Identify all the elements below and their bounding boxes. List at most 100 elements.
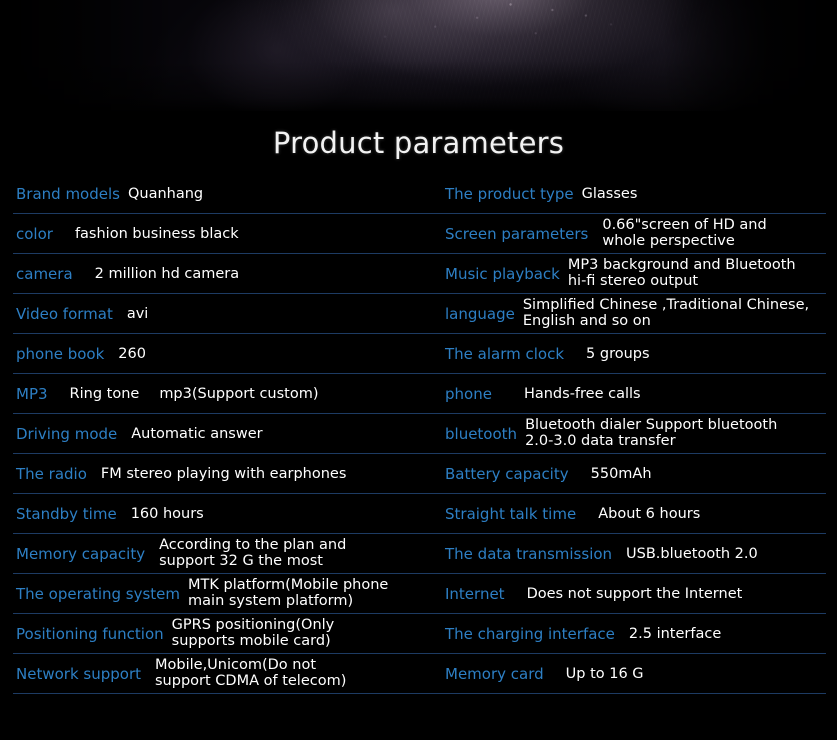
spec-label: The alarm clock [445,344,565,363]
spec-label: camera [16,264,73,283]
spec-value-line-2: support CDMA of telecom) [155,672,347,689]
spec-label: phone book [16,344,105,363]
table-row: color fashion business black Screen parame… [0,214,837,254]
spec-cell-right: The charging interface 2.5 interface [437,614,837,653]
spec-value-line-1: MP3 background and Bluetooth [567,257,796,273]
spec-cell-right: phone Hands-free calls [437,374,837,413]
spec-label: Positioning function [16,624,164,643]
spec-cell-right: The alarm clock 5 groups [437,334,837,373]
spec-value-line-1: MTK platform(Mobile phone [188,577,389,593]
table-row: camera 2 million hd camera Music playback M… [0,254,837,294]
table-row: The radio FM stereo playing with earphone… [0,454,837,494]
table-row: Brand models Quanhang The product type Glas… [0,174,837,214]
spec-label: Network support [16,664,141,683]
spec-label: The product type [445,184,574,203]
spec-value-line-1: Simplified Chinese ,Traditional Chinese, [522,297,810,313]
spec-label: Straight talk time [445,504,577,523]
spec-cell-left: Video format avi [0,294,437,333]
spec-value: 160 hours [130,505,204,522]
banner-left-fade [0,0,175,111]
spec-value-line-2: English and so on [522,312,651,329]
spec-value-line-2: main system platform) [188,592,354,609]
spec-cell-right: Battery capacity 550mAh [437,454,837,493]
spec-value-line-2: 2.0-3.0 data transfer [525,432,676,449]
table-row: Memory capacity According to the plan and… [0,534,837,574]
spec-value: Up to 16 G [565,665,644,682]
spec-label: language [445,304,515,323]
table-row: Standby time 160 hours Straight talk time A… [0,494,837,534]
page-title: Product parameters [272,126,565,160]
spec-cell-right: bluetooth Bluetooth dialer Support blueto… [437,414,837,453]
spec-label: Memory card [445,664,544,683]
spec-value: MP3 background and Bluetooth hi-fi stereo… [567,257,796,289]
hero-banner-image [0,0,837,111]
spec-label: Music playback [445,264,560,283]
spec-cell-left: color fashion business black [0,214,437,253]
spec-value: Bluetooth dialer Support bluetooth 2.0-3.… [525,417,777,449]
spec-cell-left: Standby time 160 hours [0,494,437,533]
specifications-table: Brand models Quanhang The product type Glas… [0,174,837,694]
spec-value-line-2: whole perspective [602,232,735,249]
spec-cell-left: phone book 260 [0,334,437,373]
spec-value: Ring tone [69,385,140,402]
spec-label: The operating system [16,584,181,603]
spec-value: 2 million hd camera [94,265,240,282]
spec-label: Brand models [16,184,120,203]
spec-value-line-2: supports mobile card) [171,632,331,649]
spec-cell-left: MP3 Ring tone mp3(Support custom) [0,374,437,413]
spec-value: About 6 hours [598,505,701,522]
spec-cell-right: Music playback MP3 background and Bluetoo… [437,254,837,293]
spec-value-line-1: According to the plan and [159,537,347,553]
spec-cell-left: Positioning function GPRS positioning(Onl… [0,614,437,653]
spec-cell-left: camera 2 million hd camera [0,254,437,293]
spec-label: phone [445,384,492,403]
spec-value-line-2: support 32 G the most [159,552,323,569]
spec-value: Mobile,Unicom(Do not support CDMA of tele… [155,657,347,689]
spec-cell-right: Screen parameters 0.66"screen of HD and wh… [437,214,837,253]
spec-label: Driving mode [16,424,118,443]
spec-label: MP3 [16,384,48,403]
spec-label: The radio [16,464,87,483]
spec-cell-right: Internet Does not support the Internet [437,574,837,613]
table-row: Video format avi language Simplified Chines… [0,294,837,334]
spec-value-line-2: hi-fi stereo output [567,272,699,289]
spec-value: 5 groups [586,345,650,362]
spec-cell-right: The product type Glasses [437,174,837,213]
table-row: phone book 260 The alarm clock 5 groups [0,334,837,374]
spec-value: fashion business black [74,225,239,242]
spec-value: FM stereo playing with earphones [100,465,347,482]
spec-label: The charging interface [445,624,615,643]
spec-label: Standby time [16,504,117,523]
spec-cell-left: The operating system MTK platform(Mobile … [0,574,437,613]
spec-value: Automatic answer [131,425,263,442]
spec-cell-left: The radio FM stereo playing with earphone… [0,454,437,493]
table-row: Positioning function GPRS positioning(Onl… [0,614,837,654]
table-row: Driving mode Automatic answer bluetooth Blu… [0,414,837,454]
spec-cell-right: Memory card Up to 16 G [437,654,837,693]
spec-label: Screen parameters [445,224,589,243]
spec-value: Hands-free calls [523,385,641,402]
spec-value-secondary: mp3(Support custom) [159,385,319,402]
spec-label: bluetooth [445,424,518,443]
spec-value: According to the plan and support 32 G th… [159,537,347,569]
spec-cell-left: Brand models Quanhang [0,174,437,213]
spec-label: The data transmission [445,544,613,563]
spec-cell-left: Memory capacity According to the plan and… [0,534,437,573]
spec-value: Does not support the Internet [526,585,743,602]
spec-value: Simplified Chinese ,Traditional Chinese,… [522,297,810,329]
banner-right-fade [662,0,837,111]
spec-label: Battery capacity [445,464,569,483]
spec-cell-right: The data transmission USB.bluetooth 2.0 [437,534,837,573]
spec-cell-right: Straight talk time About 6 hours [437,494,837,533]
spec-value: Glasses [581,185,638,202]
spec-value-line-1: 0.66"screen of HD and [602,217,767,233]
spec-cell-right: language Simplified Chinese ,Traditional … [437,294,837,333]
spec-cell-left: Network support Mobile,Unicom(Do not suppo… [0,654,437,693]
spec-value-line-1: Mobile,Unicom(Do not [155,657,317,673]
spec-value: 2.5 interface [628,625,722,642]
spec-label: color [16,224,53,243]
table-row: The operating system MTK platform(Mobile … [0,574,837,614]
product-parameters-page: Product parameters Brand models Quanhang T… [0,0,837,740]
table-row: Network support Mobile,Unicom(Do not suppo… [0,654,837,694]
spec-value: avi [126,305,149,322]
